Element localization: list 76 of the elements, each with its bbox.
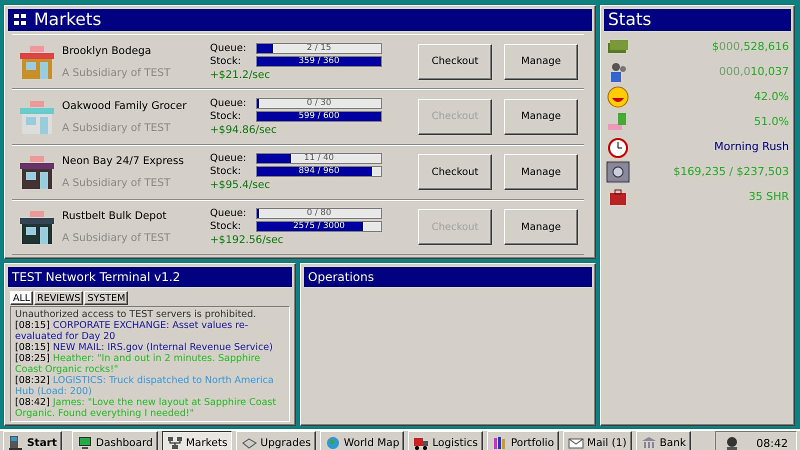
stat-value: 51.0% — [754, 115, 789, 128]
bank-icon — [640, 435, 657, 450]
store-name: Rustbelt Bulk Depot — [62, 210, 168, 222]
queue-count: 0 / 30 — [306, 98, 332, 108]
manage-button[interactable]: Manage — [504, 44, 578, 80]
taskbar-button[interactable]: World Map — [320, 431, 404, 450]
manage-button[interactable]: Manage — [504, 209, 578, 246]
queue-label: Queue: — [210, 208, 248, 220]
store-subtitle: A Subsidiary of TEST — [62, 177, 172, 190]
stock-count: 894 / 960 — [298, 167, 340, 176]
store-name: Neon Bay 24/7 Express — [62, 155, 185, 168]
log-entry: [08:15] NEW MAIL: IRS.gov (Internal Revenue Service) — [15, 342, 274, 353]
taskbar-button[interactable]: Bank — [636, 431, 691, 450]
queue-label: Queue: — [210, 153, 248, 164]
storefront-icon — [18, 153, 56, 192]
globe-icon — [324, 435, 341, 450]
income-rate: +$192.56/sec — [210, 234, 284, 246]
grid-icon — [12, 12, 28, 28]
log-entry: [08:15] CORPORATE EXCHANGE: Asset values re-evaluated for Day 20 — [15, 320, 250, 342]
stock-count: 359 / 360 — [298, 56, 340, 66]
start-button[interactable]: Start — [3, 431, 62, 450]
stock-label: Stock: — [210, 166, 242, 178]
truck-icon — [413, 435, 430, 450]
manage-button[interactable]: Manage — [504, 98, 578, 135]
income-rate: +$94.86/sec — [210, 124, 278, 136]
checkout-button[interactable]: Checkout — [418, 44, 492, 80]
store-subtitle: A Subsidiary of TEST — [62, 66, 172, 79]
taskbar-button[interactable]: Upgrades — [236, 431, 316, 450]
log-entry: [08:25] Heather: "In and out in 2 minutes. Sapphire Coast Organic rocks!" — [15, 353, 262, 375]
log-entry: [08:32] LOGISTICS: Truck dispatched to North America Hub (Load: 200) — [15, 375, 275, 397]
storefront-icon — [18, 208, 56, 246]
stat-value: Morning Rush — [714, 140, 789, 153]
books-icon — [492, 435, 508, 450]
log-entry: Unauthorized access to TEST servers is prohibited. — [15, 309, 258, 320]
manage-button[interactable]: Manage — [504, 154, 578, 190]
taskbar-button[interactable]: Markets — [162, 431, 232, 450]
computer-icon — [8, 435, 24, 450]
stock-label: Stock: — [210, 221, 242, 232]
window-title: TEST Network Terminal v1.2 — [8, 267, 292, 287]
smiley-icon — [606, 84, 630, 108]
stock-label: Stock: — [210, 110, 242, 122]
queue-label: Queue: — [210, 42, 248, 54]
taskbar-button[interactable]: Logistics — [408, 431, 483, 450]
stat-value: 42.0% — [754, 90, 789, 103]
stock-count: 599 / 600 — [298, 112, 340, 121]
monitor-icon — [76, 435, 93, 450]
stock-count: 2575 / 3000 — [292, 222, 346, 232]
taskbar-button[interactable]: Portfolio — [486, 431, 560, 450]
store-name: Oakwood Family Grocer — [62, 100, 188, 112]
stat-value: $000,528,616 — [712, 40, 789, 53]
window-title: Operations — [304, 267, 592, 287]
stat-value: $169,235 / $237,503 — [673, 165, 789, 178]
stat-value: 000,010,037 — [719, 65, 789, 78]
store-subtitle: A Subsidiary of TEST — [62, 122, 172, 134]
window-title: Stats — [604, 9, 791, 31]
store-name: Brooklyn Bodega — [62, 44, 152, 57]
filter-tab[interactable]: SYSTEM — [84, 291, 128, 305]
checkout-button[interactable]: Checkout — [418, 154, 492, 190]
safe-icon — [606, 160, 630, 184]
queue-count: 11 / 40 — [303, 154, 335, 164]
window-title-text: Markets — [34, 10, 102, 30]
network-icon — [166, 435, 183, 450]
filter-tab[interactable]: REVIEWS — [34, 291, 84, 305]
income-rate: +$95.4/sec — [210, 179, 272, 192]
income-rate: +$21.2/sec — [210, 68, 272, 81]
taskbar-button[interactable]: Mail (1) — [563, 431, 632, 450]
store-subtitle: A Subsidiary of TEST — [62, 232, 172, 244]
queue-label: Queue: — [210, 98, 248, 109]
filter-tab[interactable]: ALL — [10, 291, 34, 305]
log-entry: [08:42] James: "Love the new layout at Sapphire Coast Organic. Found everything I needed!" — [15, 397, 278, 419]
stock-label: Stock: — [210, 56, 242, 67]
stat-value: 35 SHR — [748, 190, 789, 203]
queue-count: 0 / 80 — [306, 209, 332, 218]
queue-count: 2 / 15 — [306, 44, 332, 53]
taskbar-button[interactable]: Dashboard — [72, 431, 158, 450]
clock: 08:42 — [756, 436, 788, 450]
